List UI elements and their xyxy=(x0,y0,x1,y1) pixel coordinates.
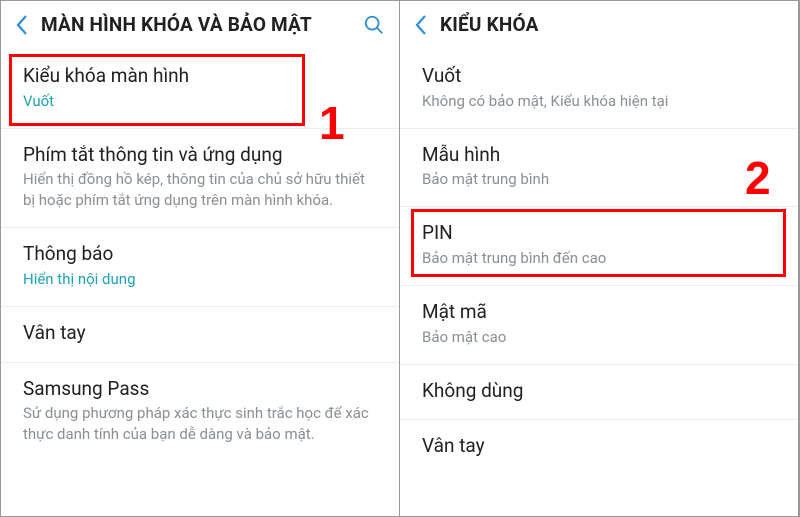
back-icon[interactable] xyxy=(414,14,428,36)
header-right: KIỂU KHÓA xyxy=(400,1,798,50)
item-fingerprints[interactable]: Vân tay xyxy=(400,420,798,475)
item-title: Vân tay xyxy=(23,321,377,346)
item-pin[interactable]: PIN Bảo mật trung bình đến cao xyxy=(400,207,798,286)
item-title: Mật mã xyxy=(422,300,776,325)
item-title: Vân tay xyxy=(422,434,776,459)
item-sub: Bảo mật cao xyxy=(422,327,776,348)
page-title: KIỂU KHÓA xyxy=(440,13,784,36)
item-title: Thông báo xyxy=(23,242,377,267)
item-title: Không dùng xyxy=(422,379,776,404)
back-icon[interactable] xyxy=(15,14,29,36)
item-notifications[interactable]: Thông báo Hiển thị nội dung xyxy=(1,228,399,307)
item-title: Vuốt xyxy=(422,64,776,89)
page-title: MÀN HÌNH KHÓA VÀ BẢO MẬT xyxy=(41,13,351,36)
item-password[interactable]: Mật mã Bảo mật cao xyxy=(400,286,798,365)
item-sub: Sử dụng phương pháp xác thực sinh trắc h… xyxy=(23,403,377,445)
header-left: MÀN HÌNH KHÓA VÀ BẢO MẬT xyxy=(1,1,399,50)
item-screen-lock-type[interactable]: Kiểu khóa màn hình Vuốt xyxy=(1,50,399,129)
item-samsung-pass[interactable]: Samsung Pass Sử dụng phương pháp xác thự… xyxy=(1,363,399,462)
item-sub: Vuốt xyxy=(23,91,377,112)
search-icon[interactable] xyxy=(363,14,385,36)
item-title: Kiểu khóa màn hình xyxy=(23,64,377,89)
item-sub: Bảo mật trung bình đến cao xyxy=(422,248,776,269)
item-pattern[interactable]: Mẫu hình Bảo mật trung bình xyxy=(400,129,798,208)
item-title: PIN xyxy=(422,221,776,246)
pane-lockscreen-security: MÀN HÌNH KHÓA VÀ BẢO MẬT Kiểu khóa màn h… xyxy=(1,1,400,516)
item-swipe[interactable]: Vuốt Không có bảo mật, Kiểu khóa hiện tạ… xyxy=(400,50,798,129)
item-title: Mẫu hình xyxy=(422,143,776,168)
item-title: Samsung Pass xyxy=(23,377,377,402)
item-sub: Không có bảo mật, Kiểu khóa hiện tại xyxy=(422,91,776,112)
item-fingerprints[interactable]: Vân tay xyxy=(1,307,399,363)
pane-lock-type: KIỂU KHÓA Vuốt Không có bảo mật, Kiểu kh… xyxy=(400,1,799,516)
item-sub: Hiển thị nội dung xyxy=(23,269,377,290)
item-sub: Hiển thị đồng hồ kép, thông tin của chủ … xyxy=(23,169,377,211)
item-sub: Bảo mật trung bình xyxy=(422,169,776,190)
item-none[interactable]: Không dùng xyxy=(400,365,798,421)
item-title: Phím tắt thông tin và ứng dụng xyxy=(23,143,377,168)
item-info-app-shortcuts[interactable]: Phím tắt thông tin và ứng dụng Hiển thị … xyxy=(1,129,399,229)
